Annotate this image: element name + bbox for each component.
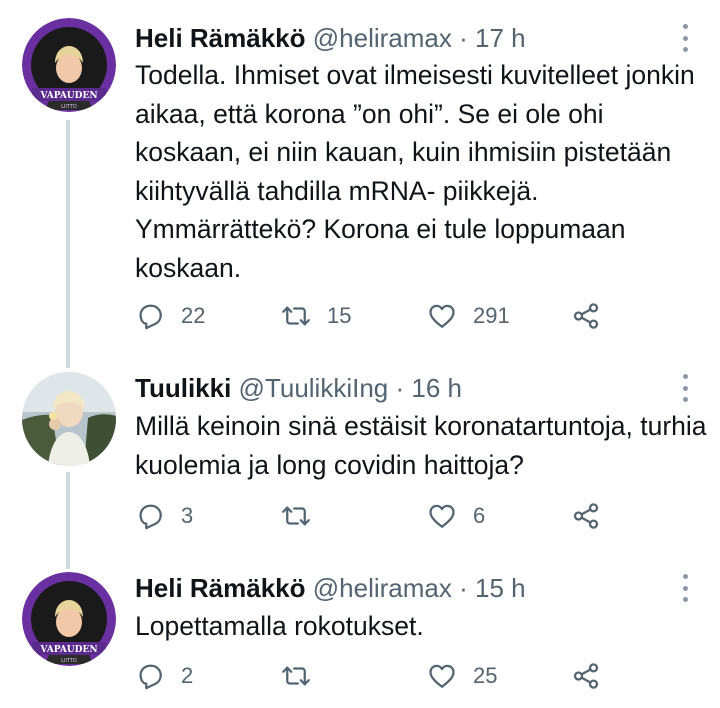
share-button[interactable]	[571, 298, 601, 334]
like-count: 6	[473, 503, 486, 528]
author-handle[interactable]: @TuulikkiIng	[239, 373, 389, 403]
author-name[interactable]: Heli Rämäkkö	[135, 23, 306, 53]
retweet-count: 15	[327, 303, 352, 328]
tweet-actions: 2 25	[135, 658, 615, 694]
like-count: 25	[473, 663, 498, 688]
reply-count: 3	[181, 503, 194, 528]
timestamp[interactable]: 16 h	[411, 373, 462, 403]
share-icon	[571, 501, 601, 531]
tweet-text: Lopettamalla rokotukset.	[135, 611, 424, 641]
tweet[interactable]: VAPAUDEN LIITTO Heli Rämäkkö @heliramax …	[0, 0, 720, 350]
retweet-button[interactable]: 15	[281, 298, 351, 334]
like-icon	[427, 501, 457, 531]
reply-button[interactable]: 3	[135, 498, 193, 534]
like-count: 291	[473, 303, 510, 328]
reply-icon	[135, 661, 165, 691]
avatar[interactable]: VAPAUDEN LIITTO	[22, 572, 116, 666]
separator-dot: ·	[459, 573, 468, 603]
tweet[interactable]: Tuulikki @TuulikkiIng · 16 h Millä keino…	[0, 350, 720, 550]
share-icon	[571, 301, 601, 331]
retweet-icon	[281, 661, 311, 691]
reply-button[interactable]: 22	[135, 298, 205, 334]
like-icon	[427, 301, 457, 331]
reply-icon	[135, 501, 165, 531]
retweet-icon	[281, 301, 311, 331]
tweet-text: Todella. Ihmiset ovat ilmeisesti kuvitel…	[135, 60, 695, 283]
timestamp[interactable]: 17 h	[475, 23, 526, 53]
tweet-header: Heli Rämäkkö @heliramax · 17 h	[135, 22, 526, 54]
share-icon	[571, 661, 601, 691]
author-name[interactable]: Tuulikki	[135, 373, 231, 403]
reply-button[interactable]: 2	[135, 658, 193, 694]
reply-count: 2	[181, 663, 194, 688]
avatar-banner-subtext: LIITTO	[61, 658, 77, 664]
like-icon	[427, 661, 457, 691]
retweet-icon	[281, 501, 311, 531]
tweet-header: Heli Rämäkkö @heliramax · 15 h	[135, 572, 526, 604]
retweet-button[interactable]	[281, 498, 327, 534]
separator-dot: ·	[395, 373, 405, 403]
retweet-button[interactable]	[281, 658, 327, 694]
like-button[interactable]: 6	[427, 498, 485, 534]
timestamp[interactable]: 15 h	[475, 573, 526, 603]
tweet-header: Tuulikki @TuulikkiIng · 16 h	[135, 372, 462, 404]
separator-dot: ·	[459, 23, 468, 53]
avatar[interactable]: VAPAUDEN LIITTO	[22, 18, 116, 112]
more-options-icon[interactable]	[675, 24, 695, 52]
more-options-icon[interactable]	[675, 574, 695, 602]
reply-count: 22	[181, 303, 206, 328]
avatar-banner-text: VAPAUDEN	[39, 91, 97, 101]
author-name[interactable]: Heli Rämäkkö	[135, 573, 306, 603]
like-button[interactable]: 291	[427, 298, 510, 334]
avatar-banner-subtext: LIITTO	[61, 104, 77, 110]
tweet-actions: 3 6	[135, 498, 615, 534]
tweet-actions: 22 15 291	[135, 298, 615, 334]
tweet[interactable]: VAPAUDEN LIITTO Heli Rämäkkö @heliramax …	[0, 550, 720, 708]
reply-icon	[135, 301, 165, 331]
like-button[interactable]: 25	[427, 658, 497, 694]
share-button[interactable]	[571, 658, 601, 694]
avatar-banner-text: VAPAUDEN	[39, 645, 97, 655]
author-handle[interactable]: @heliramax	[313, 573, 452, 603]
tweet-text: Millä keinoin sinä estäisit koronatartun…	[135, 411, 707, 480]
more-options-icon[interactable]	[675, 374, 695, 402]
avatar[interactable]	[22, 372, 116, 466]
author-handle[interactable]: @heliramax	[313, 23, 452, 53]
share-button[interactable]	[571, 498, 601, 534]
